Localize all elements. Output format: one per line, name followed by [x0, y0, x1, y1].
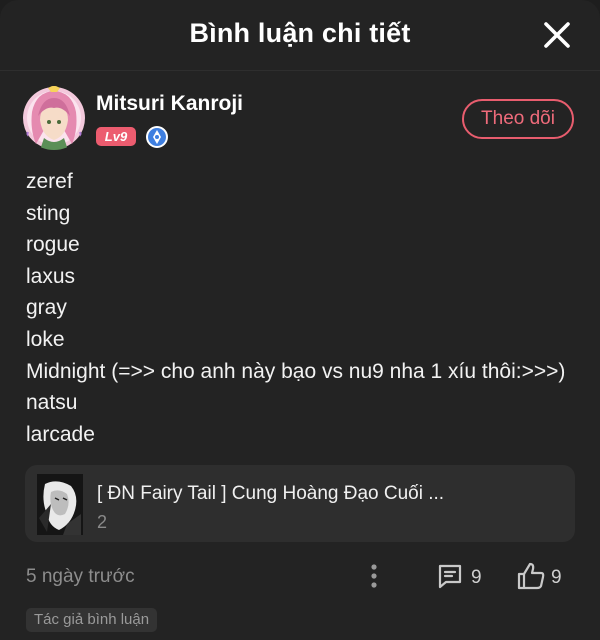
story-card[interactable]: [ ĐN Fairy Tail ] Cung Hoàng Đạo Cuối ..… [25, 465, 575, 542]
comment-detail-sheet: Bình luận chi tiết Mitsuri Kanroji Lv9 T… [0, 0, 600, 640]
comment-line: larcade [26, 422, 95, 446]
avatar[interactable] [22, 86, 86, 150]
story-cover-image [37, 474, 83, 535]
like-count: 9 [551, 567, 562, 588]
header: Bình luận chi tiết [0, 0, 600, 71]
comment-line: rogue [26, 233, 80, 257]
comment-line: loke [26, 327, 65, 351]
timestamp: 5 ngày trước [26, 566, 135, 587]
comment-line: Midnight (=>> cho anh này bạo vs nu9 nha… [26, 359, 566, 383]
level-badge: Lv9 [96, 127, 136, 146]
comment-line: gray [26, 296, 67, 320]
comment-line: natsu [26, 391, 78, 415]
reply-icon[interactable] [436, 562, 464, 590]
reply-count: 9 [471, 567, 482, 588]
author-tag: Tác giả bình luận [26, 608, 158, 632]
comment-line: laxus [26, 264, 76, 288]
more-options-icon[interactable] [364, 562, 384, 590]
follow-button[interactable]: Theo dõi [462, 99, 574, 139]
comment-line: zeref [26, 170, 73, 193]
thumbs-up-icon[interactable] [516, 561, 546, 591]
close-icon[interactable] [542, 20, 572, 50]
comment-body: zeref sting rogue laxus gray loke Midnig… [26, 166, 586, 450]
comment-line: sting [26, 201, 71, 225]
verified-icon [146, 126, 168, 148]
story-title: [ ĐN Fairy Tail ] Cung Hoàng Đạo Cuối ..… [97, 483, 445, 504]
username[interactable]: Mitsuri Kanroji [96, 92, 243, 116]
story-count: 2 [97, 512, 108, 532]
page-title: Bình luận chi tiết [189, 18, 411, 48]
